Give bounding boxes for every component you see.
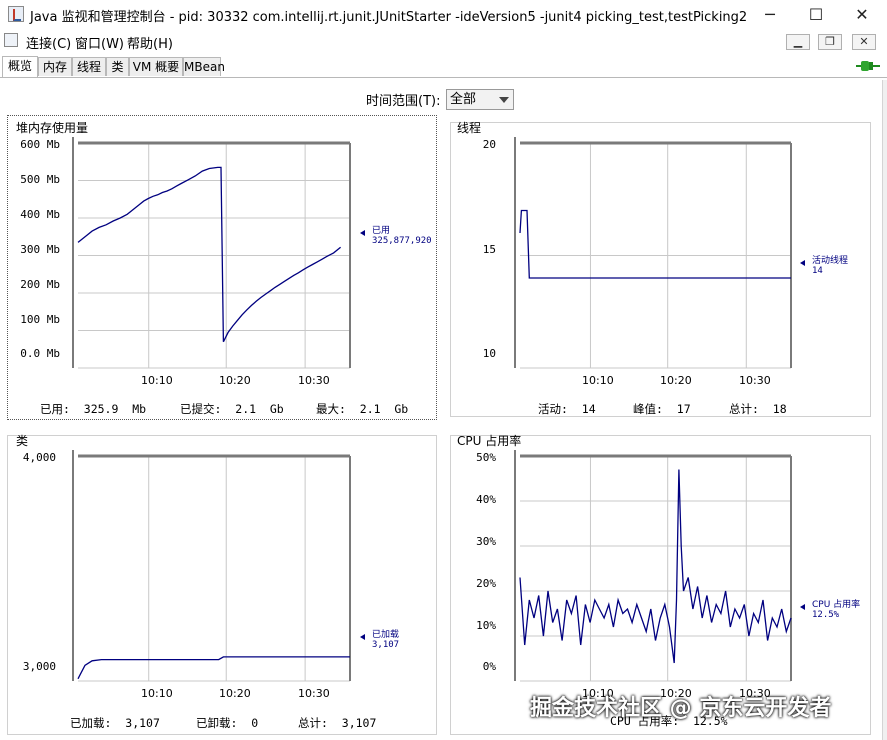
- title-bar: Java 监视和管理控制台 - pid: 30332 com.intellij.…: [0, 0, 887, 30]
- heap-stat-committed: 已提交: 2.1 Gb: [180, 402, 284, 416]
- heap-stat-max: 最大: 2.1 Gb: [316, 402, 409, 416]
- heap-x-tick: 10:20: [219, 374, 251, 387]
- classes-chart-svg: [72, 450, 351, 682]
- classes-legend-value: 3,107: [372, 640, 400, 650]
- cpu-y-tick: 10%: [476, 619, 496, 632]
- maximize-button[interactable]: ☐: [793, 0, 839, 30]
- threads-title: 线程: [457, 121, 482, 135]
- threads-y-tick: 15: [482, 243, 496, 256]
- legend-arrow-icon: [360, 634, 365, 640]
- classes-legend-name: 已加载: [372, 630, 400, 640]
- legend-arrow-icon: [800, 260, 805, 266]
- classes-x-tick: 10:20: [219, 687, 251, 700]
- connection-plug-icon: [856, 61, 880, 71]
- threads-legend-value: 14: [812, 266, 823, 276]
- cpu-chart-svg: [514, 450, 792, 682]
- inner-minimize-button[interactable]: ▁: [786, 34, 810, 50]
- cpu-title: CPU 占用率: [457, 434, 522, 448]
- classes-plot: [72, 450, 351, 682]
- heap-legend-name: 已用: [372, 226, 391, 236]
- heap-y-tick: 500 Mb: [20, 173, 60, 186]
- cpu-y-tick: 40%: [476, 493, 496, 506]
- right-edge-strip: [882, 80, 887, 740]
- heap-y-tick: 600 Mb: [20, 138, 60, 151]
- cpu-plot: [514, 450, 792, 682]
- time-range-label: 时间范围(T):: [366, 94, 441, 109]
- legend-arrow-icon: [800, 604, 805, 610]
- threads-legend-name: 活动线程: [812, 256, 849, 266]
- cpu-legend-name: CPU 占用率: [812, 600, 861, 610]
- tab-overview[interactable]: 概览: [2, 56, 38, 77]
- cpu-y-tick: 50%: [476, 451, 496, 464]
- classes-x-tick: 10:30: [298, 687, 330, 700]
- heap-x-tick: 10:10: [141, 374, 173, 387]
- classes-x-tick: 10:10: [141, 687, 173, 700]
- cpu-legend: CPU 占用率 12.5%: [800, 600, 861, 620]
- tab-threads[interactable]: 线程: [72, 57, 106, 76]
- cpu-y-tick: 0%: [482, 660, 496, 673]
- threads-stat-live: 活动: 14: [538, 402, 596, 416]
- threads-plot: [514, 137, 792, 369]
- time-range-value: 全部: [450, 92, 477, 107]
- threads-y-tick: 10: [482, 347, 496, 360]
- heap-y-tick: 0.0 Mb: [20, 347, 60, 360]
- menu-bar: 连接(C) 窗口(W) 帮助(H): [0, 30, 887, 52]
- threads-chart-svg: [514, 137, 792, 369]
- cpu-y-tick: 20%: [476, 577, 496, 590]
- java-app-icon: [8, 6, 24, 22]
- classes-legend: 已加载 3,107: [360, 630, 400, 650]
- threads-x-tick: 10:30: [739, 374, 771, 387]
- heap-plot: [72, 137, 351, 369]
- threads-x-tick: 10:10: [582, 374, 614, 387]
- heap-y-tick: 300 Mb: [20, 243, 60, 256]
- legend-arrow-icon: [360, 230, 365, 236]
- tab-memory[interactable]: 内存: [38, 57, 72, 76]
- classes-stat-total: 总计: 3,107: [298, 716, 377, 730]
- chevron-down-icon: [499, 97, 509, 103]
- classes-y-tick: 3,000: [22, 660, 56, 673]
- document-icon[interactable]: [4, 33, 18, 47]
- cpu-y-tick: 30%: [476, 535, 496, 548]
- threads-legend: 活动线程 14: [800, 256, 849, 276]
- menu-window[interactable]: 窗口(W): [75, 33, 124, 52]
- close-button[interactable]: ✕: [839, 0, 885, 30]
- time-range-select[interactable]: 全部: [446, 89, 514, 110]
- heap-y-tick: 100 Mb: [20, 313, 60, 326]
- threads-x-tick: 10:20: [660, 374, 692, 387]
- inner-close-button[interactable]: ✕: [852, 34, 876, 50]
- heap-chart-svg: [72, 137, 351, 369]
- threads-stat-peak: 峰值: 17: [633, 402, 691, 416]
- threads-stat-total: 总计: 18: [729, 402, 787, 416]
- inner-restore-button[interactable]: ❐: [818, 34, 842, 50]
- cpu-legend-value: 12.5%: [812, 610, 840, 620]
- window-title: Java 监视和管理控制台 - pid: 30332 com.intellij.…: [30, 10, 748, 25]
- classes-y-tick: 4,000: [22, 451, 56, 464]
- classes-plot-bg: [78, 456, 350, 681]
- heap-x-tick: 10:30: [298, 374, 330, 387]
- threads-y-tick: 20: [482, 138, 496, 151]
- heap-y-tick: 200 Mb: [20, 278, 60, 291]
- heap-y-tick: 400 Mb: [20, 208, 60, 221]
- tab-bar: 概览 内存 线程 类 VM 概要 MBean: [0, 55, 887, 78]
- tab-classes[interactable]: 类: [106, 57, 129, 76]
- menu-connection[interactable]: 连接(C): [26, 33, 71, 52]
- heap-legend-value: 325,877,920: [372, 236, 432, 246]
- minimize-button[interactable]: ─: [747, 0, 793, 30]
- classes-stat-loaded: 已加载: 3,107: [70, 716, 160, 730]
- tab-mbean[interactable]: MBean: [183, 57, 225, 76]
- watermark: 掘金技术社区 @ 京东云开发者: [530, 696, 832, 721]
- heap-legend: 已用 325,877,920: [360, 226, 432, 246]
- classes-stat-unloaded: 已卸载: 0: [196, 716, 259, 730]
- tab-vm-summary[interactable]: VM 概要: [129, 57, 183, 76]
- menu-help[interactable]: 帮助(H): [127, 33, 173, 52]
- classes-title: 类: [16, 434, 29, 448]
- heap-title: 堆内存使用量: [16, 121, 89, 135]
- heap-stat-used: 已用: 325.9 Mb: [40, 402, 147, 416]
- cpu-plot-bg: [520, 456, 791, 681]
